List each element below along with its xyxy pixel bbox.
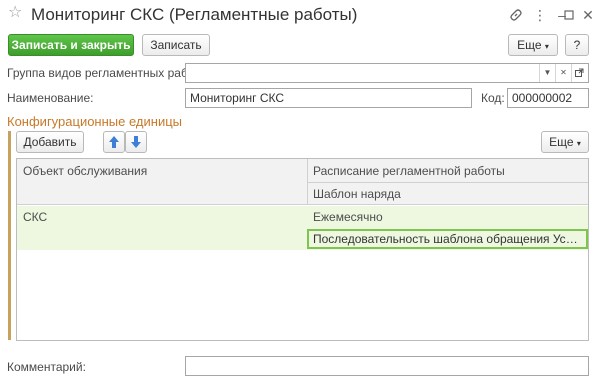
arrow-down-icon (131, 136, 141, 148)
more-vertical-icon[interactable]: ⋮ (531, 6, 549, 24)
window-title: Мониторинг СКС (Регламентные работы) (31, 5, 358, 24)
save-and-close-button[interactable]: Записать и закрыть (8, 34, 134, 56)
arrow-up-icon (109, 136, 119, 148)
group-label: Группа видов регламентных работ: (7, 66, 204, 80)
column-header-template[interactable]: Шаблон наряда (313, 185, 583, 203)
more-button[interactable]: Еще ▾ (508, 34, 558, 56)
code-label: Код: (481, 91, 505, 105)
open-icon[interactable] (571, 64, 587, 82)
chevron-down-icon[interactable]: ▼ (539, 64, 555, 82)
header-divider (307, 182, 588, 183)
more-button-label: Еще (517, 38, 542, 52)
column-header-object[interactable]: Объект обслуживания (23, 162, 303, 180)
move-up-button[interactable] (103, 131, 125, 153)
table-row[interactable]: СКС Ежемесячно Последовательность шаблон… (17, 206, 588, 250)
group-value (186, 66, 190, 80)
section-bar (8, 131, 11, 340)
group-field[interactable]: ▼ ✕ (185, 63, 589, 83)
link-icon[interactable] (507, 6, 525, 24)
save-button[interactable]: Записать (142, 34, 210, 56)
table-more-button[interactable]: Еще ▾ (541, 131, 589, 153)
chevron-down-icon: ▾ (576, 139, 581, 148)
row-schedule[interactable]: Ежемесячно (313, 208, 583, 226)
code-field[interactable]: 000000002 (507, 88, 589, 108)
help-button[interactable]: ? (565, 34, 589, 56)
comment-field[interactable] (185, 356, 589, 376)
row-template[interactable]: Последовательность шаблона обращения Уст… (307, 229, 588, 249)
config-units-table[interactable]: Объект обслуживания Расписание регламент… (16, 158, 589, 341)
chevron-down-icon: ▾ (544, 42, 549, 51)
row-object: СКС (23, 210, 48, 224)
maximize-icon[interactable] (560, 6, 578, 24)
add-button[interactable]: Добавить (16, 131, 84, 153)
column-header-schedule[interactable]: Расписание регламентной работы (313, 162, 583, 180)
section-title: Конфигурационные единицы (7, 114, 182, 129)
close-icon[interactable]: ✕ (579, 6, 597, 24)
star-icon[interactable]: ☆ (8, 5, 24, 21)
clear-icon[interactable]: ✕ (555, 64, 571, 82)
name-field[interactable]: Мониторинг СКС (185, 88, 472, 108)
name-label: Наименование: (7, 91, 94, 105)
move-down-button[interactable] (125, 131, 147, 153)
comment-label: Комментарий: (7, 360, 86, 374)
table-more-label: Еще (549, 135, 574, 149)
